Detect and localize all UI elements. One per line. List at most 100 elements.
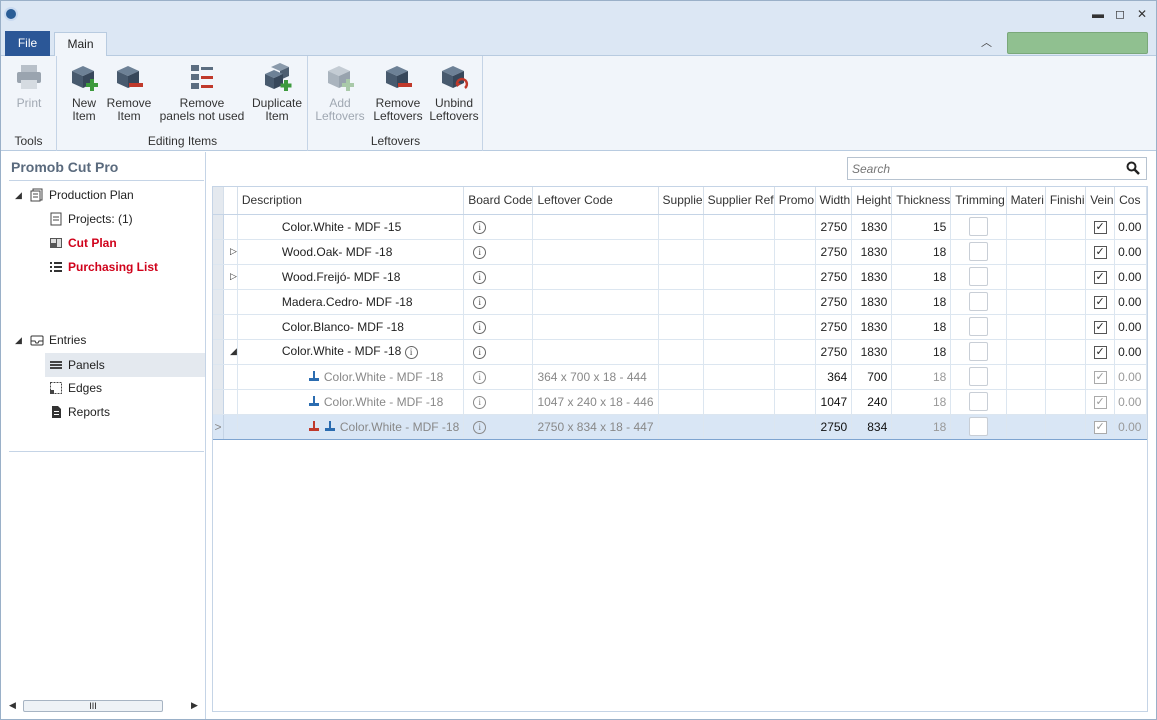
info-icon[interactable]: i [473, 421, 487, 434]
app-logo-icon[interactable] [4, 7, 18, 21]
tree-item-reports[interactable]: Reports [49, 405, 110, 419]
column-header-thickness[interactable]: Thickness [891, 187, 952, 215]
table-row[interactable]: > Color.White - MDF -18 i 2750 x 834 x 18 -… [213, 413, 1147, 440]
minimize-button[interactable]: ▬ [1092, 7, 1104, 21]
column-header-cost[interactable]: Cos [1114, 187, 1147, 215]
sidebar-horizontal-scrollbar[interactable]: ◀ III ▶ [7, 698, 201, 714]
remove-item-button[interactable]: Remove Item [106, 61, 152, 123]
info-icon[interactable]: i [473, 371, 487, 384]
row-expander-icon[interactable] [223, 364, 238, 390]
row-selector[interactable] [213, 339, 224, 365]
vein-checkbox[interactable]: ✓ [1093, 221, 1107, 234]
column-header-material[interactable]: Materi [1006, 187, 1046, 215]
tree-item-projects[interactable]: Projects: (1) [49, 212, 133, 226]
search-box[interactable] [847, 157, 1147, 180]
row-selector[interactable] [213, 314, 224, 340]
row-expander-icon[interactable] [223, 413, 238, 440]
column-header-description[interactable]: Description [237, 187, 465, 215]
column-header-board-code[interactable]: Board Code [463, 187, 534, 215]
close-button[interactable]: ✕ [1136, 7, 1148, 21]
info-icon[interactable]: i [473, 321, 487, 334]
scroll-left-icon[interactable]: ◀ [9, 700, 16, 711]
trimming-checkbox[interactable] [968, 242, 988, 261]
table-row[interactable]: ▷ Wood.Freijó- MDF -18 i 2750 1830 18 ✓ 0.00 [213, 264, 1147, 290]
row-selector[interactable] [213, 289, 224, 315]
row-expander-icon[interactable] [223, 314, 238, 340]
search-input[interactable] [850, 160, 1120, 177]
row-expander-icon[interactable] [223, 389, 238, 415]
tree-item-entries[interactable]: ◢ Entries [15, 333, 86, 347]
row-expander-icon[interactable]: ▷ [223, 264, 238, 290]
collapse-ribbon-icon[interactable]: ︿ [981, 34, 992, 50]
column-header-promo[interactable]: Promo [774, 187, 816, 215]
vein-checkbox[interactable]: ✓ [1093, 296, 1107, 309]
trimming-checkbox[interactable] [968, 267, 988, 286]
row-selector[interactable] [213, 239, 224, 265]
new-item-button[interactable]: New Item [66, 61, 102, 123]
column-header-vein[interactable]: Vein [1085, 187, 1116, 215]
remove-leftovers-button[interactable]: Remove Leftovers [371, 61, 425, 123]
table-row[interactable]: ◢ Color.White - MDF -18 i i 2750 1830 18 ✓ 0.00 [213, 339, 1147, 365]
vein-checkbox[interactable]: ✓ [1093, 396, 1107, 409]
info-icon[interactable]: i [404, 346, 418, 359]
restore-button[interactable]: ◻ [1114, 7, 1126, 21]
vein-checkbox[interactable]: ✓ [1093, 421, 1107, 434]
row-expander-icon[interactable]: ▷ [223, 239, 238, 265]
row-expander-icon[interactable]: ◢ [223, 339, 238, 365]
vein-checkbox[interactable]: ✓ [1093, 246, 1107, 259]
tree-item-panels[interactable]: Panels [45, 353, 205, 377]
trimming-checkbox[interactable] [968, 392, 988, 411]
column-header-width[interactable]: Width [815, 187, 853, 215]
row-selector[interactable] [213, 214, 224, 240]
column-header-leftover-code[interactable]: Leftover Code [532, 187, 659, 215]
vein-checkbox[interactable]: ✓ [1093, 346, 1107, 359]
trimming-checkbox[interactable] [968, 367, 988, 386]
table-row[interactable]: Color.White - MDF -15 i 2750 1830 15 ✓ 0.00 [213, 214, 1147, 240]
tree-item-cut-plan[interactable]: Cut Plan [49, 236, 117, 250]
trimming-checkbox[interactable] [968, 317, 988, 336]
trimming-checkbox[interactable] [968, 217, 988, 236]
trimming-checkbox[interactable] [968, 342, 988, 361]
tree-item-edges[interactable]: Edges [49, 381, 102, 395]
collapse-arrow-icon[interactable]: ◢ [15, 335, 25, 346]
unbind-leftovers-button[interactable]: Unbind Leftovers [429, 61, 479, 123]
collapse-arrow-icon[interactable]: ◢ [15, 190, 25, 201]
table-row[interactable]: Color.Blanco- MDF -18 i 2750 1830 18 ✓ 0.00 [213, 314, 1147, 340]
duplicate-item-button[interactable]: Duplicate Item [250, 61, 304, 123]
column-header-finishing[interactable]: Finishi [1045, 187, 1087, 215]
column-header-supplier[interactable]: Supplie [658, 187, 704, 215]
info-icon[interactable]: i [473, 221, 487, 234]
row-selector[interactable] [213, 264, 224, 290]
vein-checkbox[interactable]: ✓ [1093, 321, 1107, 334]
info-icon[interactable]: i [473, 296, 487, 309]
column-header-height[interactable]: Height [851, 187, 893, 215]
info-icon[interactable]: i [473, 346, 487, 359]
tree-item-production-plan[interactable]: ◢ Production Plan [15, 188, 134, 202]
info-icon[interactable]: i [473, 396, 487, 409]
tab-main[interactable]: Main [54, 32, 107, 57]
print-button[interactable]: Print [11, 61, 47, 110]
vein-checkbox[interactable]: ✓ [1093, 371, 1107, 384]
trimming-checkbox[interactable] [968, 417, 988, 436]
column-header-supplier-ref[interactable]: Supplier Ref [703, 187, 775, 215]
vein-checkbox[interactable]: ✓ [1093, 271, 1107, 284]
scroll-thumb[interactable]: III [23, 700, 163, 712]
add-leftovers-button[interactable]: Add Leftovers [315, 61, 365, 123]
row-selector[interactable] [213, 389, 224, 415]
table-row[interactable]: Color.White - MDF -18 i 364 x 700 x 18 - 4… [213, 364, 1147, 390]
info-icon[interactable]: i [473, 271, 487, 284]
trimming-checkbox[interactable] [968, 292, 988, 311]
table-row[interactable]: ▷ Wood.Oak- MDF -18 i 2750 1830 18 ✓ 0.00 [213, 239, 1147, 265]
remove-panels-not-used-button[interactable]: Remove panels not used [158, 61, 246, 123]
info-icon[interactable]: i [473, 246, 487, 259]
row-selector[interactable]: > [213, 413, 224, 440]
tree-item-purchasing-list[interactable]: Purchasing List [49, 260, 158, 274]
row-expander-icon[interactable] [223, 214, 238, 240]
table-row[interactable]: Madera.Cedro- MDF -18 i 2750 1830 18 ✓ 0.00 [213, 289, 1147, 315]
scroll-right-icon[interactable]: ▶ [191, 700, 198, 711]
row-selector[interactable] [213, 364, 224, 390]
search-icon[interactable] [1126, 161, 1140, 175]
table-row[interactable]: Color.White - MDF -18 i 1047 x 240 x 18 - … [213, 389, 1147, 415]
column-header-trimming[interactable]: Trimming [950, 187, 1007, 215]
row-expander-icon[interactable] [223, 289, 238, 315]
